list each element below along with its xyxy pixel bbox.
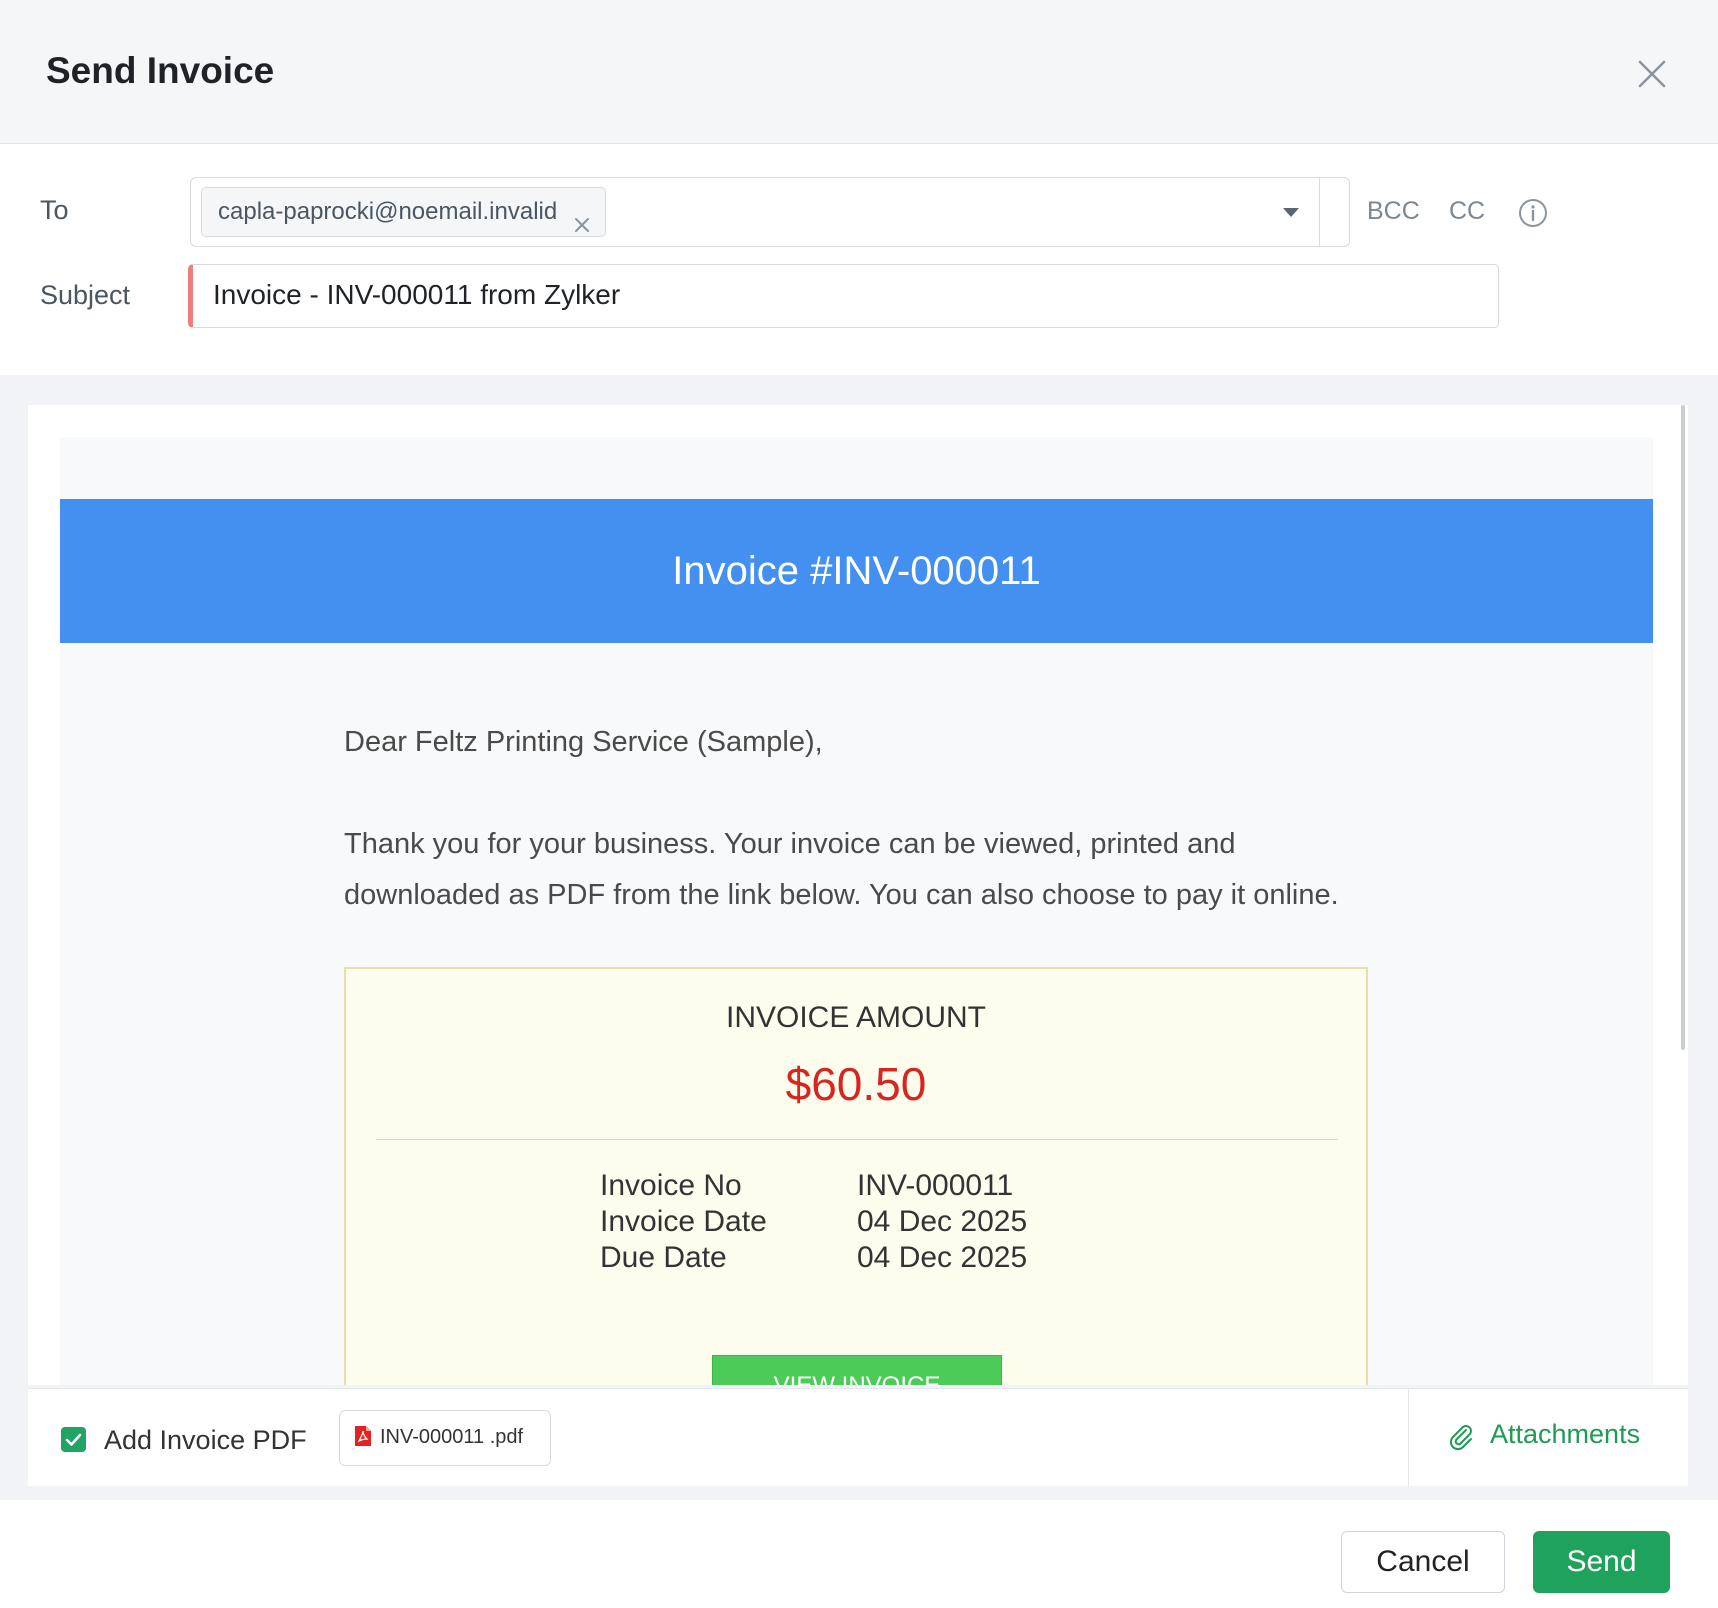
bcc-link[interactable]: BCC xyxy=(1367,197,1420,226)
recipient-email: capla-paprocki@noemail.invalid xyxy=(218,198,558,225)
cc-link[interactable]: CC xyxy=(1449,197,1485,226)
pdf-attachment-chip[interactable]: INV-000011 .pdf xyxy=(339,1410,551,1466)
email-template: Invoice #INV-000011 Dear Feltz Printing … xyxy=(60,437,1653,1385)
cancel-button[interactable]: Cancel xyxy=(1341,1531,1505,1593)
invoice-amount-card: INVOICE AMOUNT $60.50 Invoice No INV-000… xyxy=(344,967,1368,1385)
to-field[interactable]: capla-paprocki@noemail.invalid xyxy=(190,177,1350,247)
invoice-date-value: 04 Dec 2025 xyxy=(857,1205,1028,1238)
attachments-label: Attachments xyxy=(1490,1419,1641,1449)
close-icon[interactable] xyxy=(1632,54,1672,94)
dialog-title: Send Invoice xyxy=(46,50,275,91)
invoice-no-label: Invoice No xyxy=(600,1169,742,1202)
due-date-label: Due Date xyxy=(600,1241,727,1274)
subject-input[interactable]: Invoice - INV-000011 from Zylker xyxy=(188,264,1499,328)
dialog-footer: Cancel Send xyxy=(0,1500,1718,1608)
chevron-down-icon[interactable] xyxy=(1283,208,1299,217)
attachment-divider xyxy=(1408,1389,1409,1487)
recipient-form: To capla-paprocki@noemail.invalid BCC CC… xyxy=(0,145,1718,375)
invoice-banner: Invoice #INV-000011 xyxy=(60,499,1653,643)
info-icon[interactable] xyxy=(1517,197,1549,229)
attachment-bar: Add Invoice PDF INV-000011 .pdf Attachme… xyxy=(28,1388,1688,1487)
paperclip-icon xyxy=(1446,1421,1476,1451)
editor-scrollbar[interactable] xyxy=(1681,405,1685,1050)
invoice-amount-title: INVOICE AMOUNT xyxy=(725,1001,987,1034)
view-invoice-button[interactable]: VIEW INVOICE xyxy=(712,1355,1002,1385)
invoice-date-label: Invoice Date xyxy=(600,1205,767,1238)
send-button[interactable]: Send xyxy=(1533,1531,1670,1593)
invoice-amount-value: $60.50 xyxy=(785,1058,927,1110)
remove-recipient-icon[interactable] xyxy=(573,203,591,232)
email-body-line-1: Thank you for your business. Your invoic… xyxy=(344,828,1236,860)
pdf-filename: INV-000011 .pdf xyxy=(380,1426,524,1448)
add-invoice-pdf-checkbox[interactable] xyxy=(61,1427,86,1452)
subject-label: Subject xyxy=(40,280,131,310)
pdf-file-icon xyxy=(354,1425,372,1447)
email-body-editor[interactable]: Invoice #INV-000011 Dear Feltz Printing … xyxy=(28,405,1688,1385)
email-body-line-2: downloaded as PDF from the link below. Y… xyxy=(344,879,1339,911)
add-invoice-pdf-label[interactable]: Add Invoice PDF xyxy=(104,1425,307,1456)
to-field-divider xyxy=(1319,178,1320,246)
recipient-chip[interactable]: capla-paprocki@noemail.invalid xyxy=(201,187,607,237)
to-label: To xyxy=(40,195,69,225)
invoice-no-value: INV-000011 xyxy=(857,1169,1014,1202)
amount-divider xyxy=(376,1139,1338,1140)
due-date-value: 04 Dec 2025 xyxy=(857,1241,1028,1274)
email-greeting: Dear Feltz Printing Service (Sample), xyxy=(344,726,823,758)
dialog-header: Send Invoice xyxy=(0,0,1718,144)
